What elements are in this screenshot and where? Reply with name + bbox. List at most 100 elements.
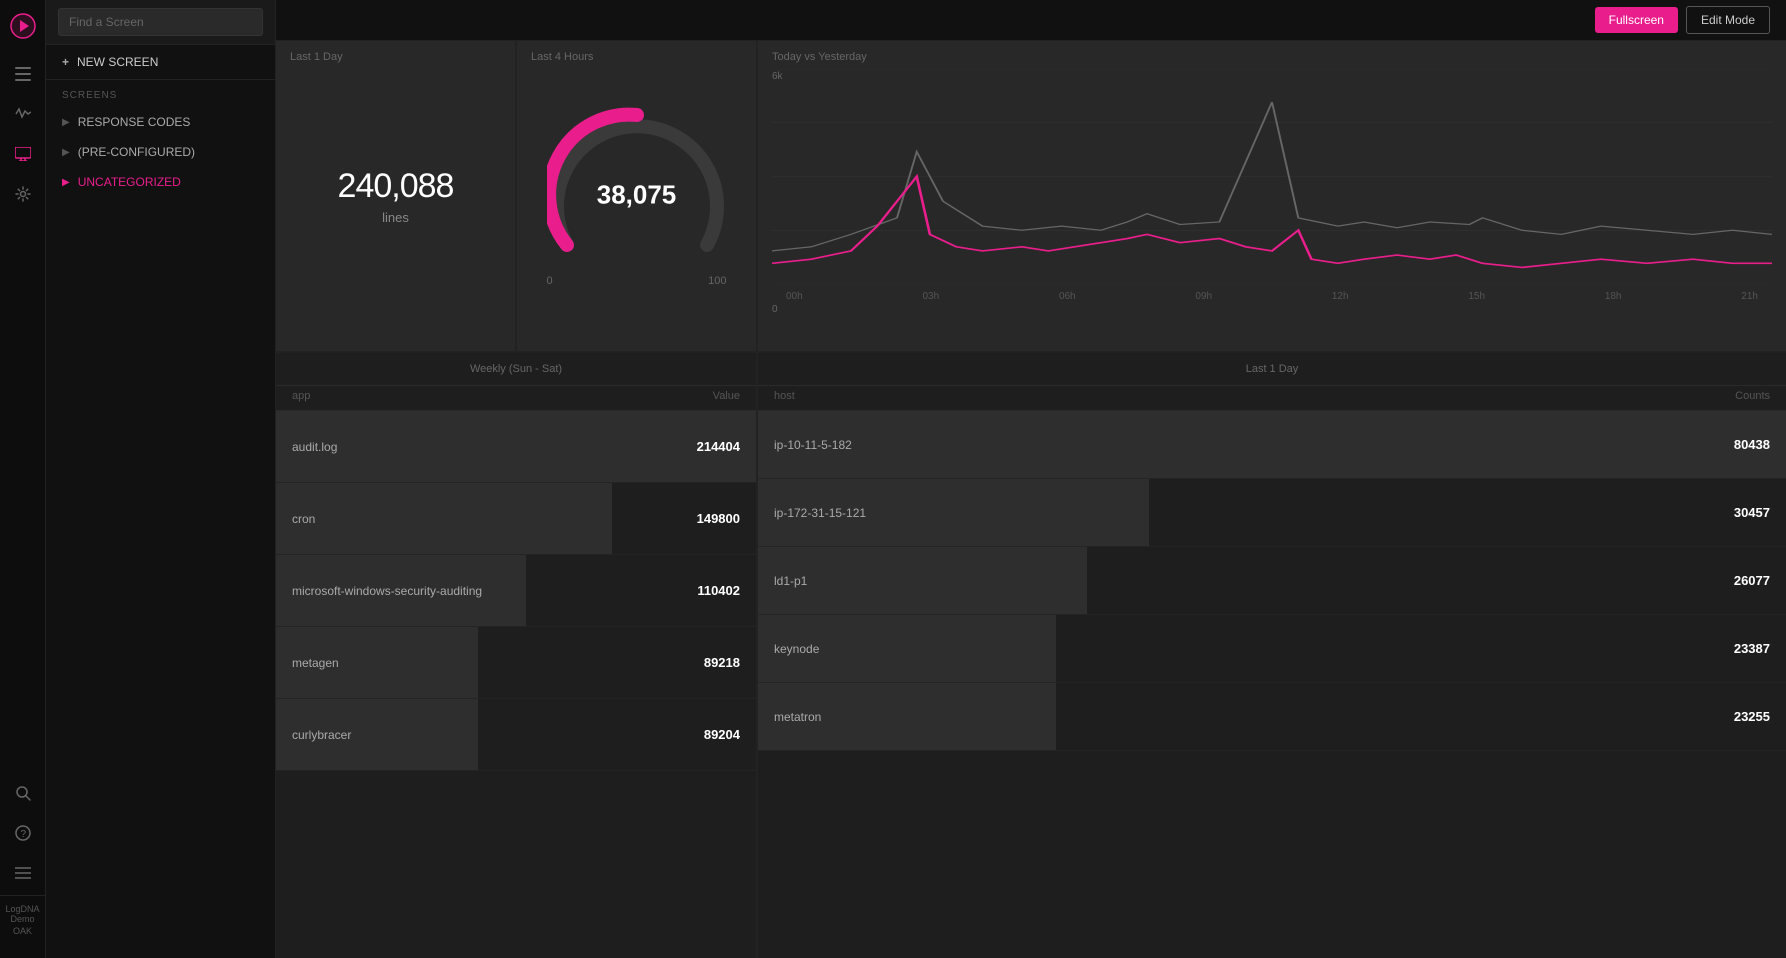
hosts-table-header: host Counts <box>758 386 1786 411</box>
sidebar-item-preconfigured[interactable]: ▶ (PRE-CONFIGURED) <box>46 137 275 167</box>
gauge-panel: Last 4 Hours 38,075 0 100 <box>517 41 756 351</box>
row-name: cron <box>292 512 315 526</box>
weekly-title: Weekly (Sun - Sat) <box>276 353 756 386</box>
sidebar-item-uncategorized[interactable]: ▶ UNCATEGORIZED <box>46 167 275 197</box>
icon-bar: ? LogDNA Demo OAK <box>0 0 46 958</box>
settings-icon[interactable] <box>5 176 41 212</box>
search-input[interactable] <box>58 8 263 36</box>
topbar: Fullscreen Edit Mode <box>276 0 1786 41</box>
x-label-5: 15h <box>1468 291 1485 302</box>
host-row-value: 80438 <box>1734 437 1770 452</box>
new-screen-button[interactable]: + NEW SCREEN <box>46 45 275 80</box>
search-icon[interactable] <box>5 775 41 811</box>
chart-y-min: 0 <box>772 304 778 315</box>
host-row-name: ip-172-31-15-121 <box>774 506 866 520</box>
bar-bg <box>276 483 612 554</box>
host-row-name: keynode <box>774 642 819 656</box>
x-label-1: 03h <box>922 291 939 302</box>
host-table-row: ip-10-11-5-182 80438 <box>758 411 1786 479</box>
logo-button[interactable] <box>5 8 41 44</box>
chart-title: Today vs Yesterday <box>772 51 1772 63</box>
stat-label: Last 1 Day <box>290 51 343 63</box>
weekly-table-panel: Weekly (Sun - Sat) app Value audit.log 2… <box>276 353 756 958</box>
table-row: audit.log 214404 <box>276 411 756 483</box>
host-row-name: ip-10-11-5-182 <box>774 438 852 452</box>
table-row: microsoft-windows-security-auditing 1104… <box>276 555 756 627</box>
table-row: metagen 89218 <box>276 627 756 699</box>
arrow-icon-1: ▶ <box>62 117 70 128</box>
fullscreen-button[interactable]: Fullscreen <box>1595 7 1678 33</box>
x-label-6: 18h <box>1605 291 1622 302</box>
svg-text:?: ? <box>20 829 26 840</box>
hosts-col-counts: Counts <box>1735 390 1770 402</box>
activity-icon[interactable] <box>5 96 41 132</box>
x-label-2: 06h <box>1059 291 1076 302</box>
sidebar-toggle-icon[interactable] <box>5 56 41 92</box>
chart-panel: Today vs Yesterday 6k <box>758 41 1786 351</box>
screens-section-label: SCREENS <box>46 80 275 107</box>
host-table-row: ip-172-31-15-121 30457 <box>758 479 1786 547</box>
host-row-value: 30457 <box>1734 505 1770 520</box>
host-table-row: keynode 23387 <box>758 615 1786 683</box>
arrow-icon-3: ▶ <box>62 177 70 188</box>
host-row-value: 26077 <box>1734 573 1770 588</box>
row-value: 149800 <box>697 511 740 526</box>
table-row: curlybracer 89204 <box>276 699 756 771</box>
host-row-name: metatron <box>774 710 821 724</box>
row-value: 214404 <box>697 439 740 454</box>
host-bar-bg <box>758 411 1786 478</box>
hosts-title: Last 1 Day <box>758 353 1786 386</box>
help-icon[interactable]: ? <box>5 815 41 851</box>
plus-icon: + <box>62 55 69 69</box>
host-row-value: 23387 <box>1734 641 1770 656</box>
gauge-value: 38,075 <box>597 180 677 211</box>
arrow-icon-2: ▶ <box>62 147 70 158</box>
hosts-table-panel: Last 1 Day host Counts ip-10-11-5-182 80… <box>758 353 1786 958</box>
sidebar-item-label-3: UNCATEGORIZED <box>78 175 181 189</box>
sidebar: + NEW SCREEN SCREENS ▶ RESPONSE CODES ▶ … <box>46 0 276 958</box>
row-value: 110402 <box>697 583 740 598</box>
user-name: LogDNA Demo <box>0 904 45 924</box>
row-value: 89218 <box>704 655 740 670</box>
weekly-col-value: Value <box>713 390 740 402</box>
gauge-label: Last 4 Hours <box>531 51 593 63</box>
hosts-rows: ip-10-11-5-182 80438 ip-172-31-15-121 30… <box>758 411 1786 751</box>
host-row-name: ld1-p1 <box>774 574 807 588</box>
stat-value: 240,088 <box>338 167 454 206</box>
x-label-3: 09h <box>1195 291 1212 302</box>
x-label-0: 00h <box>786 291 803 302</box>
host-table-row: metatron 23255 <box>758 683 1786 751</box>
x-label-4: 12h <box>1332 291 1349 302</box>
stat-unit: lines <box>382 210 409 225</box>
row-name: microsoft-windows-security-auditing <box>292 584 482 598</box>
chart-y-max: 6k <box>772 71 783 82</box>
table-row: cron 149800 <box>276 483 756 555</box>
hosts-col-host: host <box>774 390 795 402</box>
row-name: audit.log <box>292 440 337 454</box>
x-label-7: 21h <box>1741 291 1758 302</box>
user-badge: LogDNA Demo OAK <box>0 895 45 940</box>
screens-icon[interactable] <box>5 136 41 172</box>
gauge-container: 38,075 <box>547 105 727 285</box>
row-name: metagen <box>292 656 339 670</box>
sidebar-item-response-codes[interactable]: ▶ RESPONSE CODES <box>46 107 275 137</box>
weekly-table-header: app Value <box>276 386 756 411</box>
chart-x-axis: 00h 03h 06h 09h 12h 15h 18h 21h <box>772 287 1772 302</box>
editmode-button[interactable]: Edit Mode <box>1686 6 1770 34</box>
row-name: curlybracer <box>292 728 351 742</box>
top-left-panels: Last 1 Day 240,088 lines Last 4 Hours 38… <box>276 41 756 351</box>
sidebar-item-label-2: (PRE-CONFIGURED) <box>78 145 195 159</box>
weekly-col-app: app <box>292 390 310 402</box>
row-value: 89204 <box>704 727 740 742</box>
dashboard: Last 1 Day 240,088 lines Last 4 Hours 38… <box>276 41 1786 958</box>
sidebar-search <box>46 0 275 45</box>
host-table-row: ld1-p1 26077 <box>758 547 1786 615</box>
collapse-icon[interactable] <box>5 855 41 891</box>
sidebar-item-label-1: RESPONSE CODES <box>78 115 191 129</box>
new-screen-label: NEW SCREEN <box>77 55 158 69</box>
bar-bg <box>276 411 756 482</box>
user-sub: OAK <box>13 926 32 936</box>
host-row-value: 23255 <box>1734 709 1770 724</box>
weekly-rows: audit.log 214404 cron 149800 microsoft-w… <box>276 411 756 771</box>
main-content: Fullscreen Edit Mode Last 1 Day 240,088 … <box>276 0 1786 958</box>
